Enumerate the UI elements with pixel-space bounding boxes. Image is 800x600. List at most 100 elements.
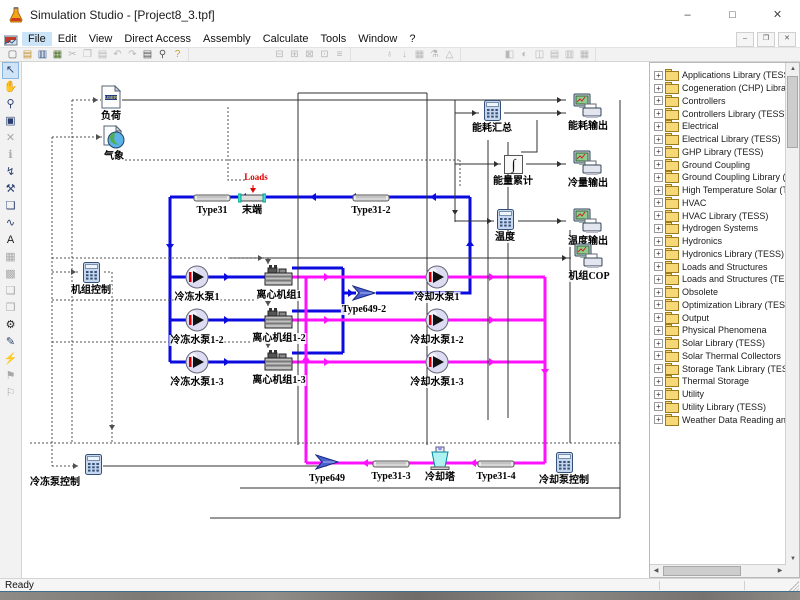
delete-icon[interactable]: ✕ <box>2 130 19 147</box>
scroll-up-icon[interactable]: ▲ <box>787 63 799 75</box>
tree-item-ground-coupling[interactable]: +Ground Coupling <box>651 158 785 171</box>
mdi-close-button[interactable]: ✕ <box>778 32 796 47</box>
component-printer-6[interactable] <box>573 93 603 124</box>
component-file-user-0[interactable]: USER <box>101 85 121 114</box>
control-link[interactable] <box>228 107 247 180</box>
expand-icon[interactable]: + <box>654 84 663 93</box>
minimize-button[interactable]: – <box>665 0 710 30</box>
resize-grip[interactable] <box>789 581 799 591</box>
tree-item-utility[interactable]: +Utility <box>651 388 785 401</box>
tree-item-loads-and-structures-tess[interactable]: +Loads and Structures (TESS) <box>651 273 785 286</box>
grid-small-icon[interactable]: ▦ <box>2 249 19 266</box>
tree-item-hydrogen-systems[interactable]: +Hydrogen Systems <box>651 222 785 235</box>
close-button[interactable]: ✕ <box>755 0 800 30</box>
expand-icon[interactable]: + <box>654 71 663 80</box>
menu-item-view[interactable]: View <box>83 32 119 46</box>
expand-icon[interactable]: + <box>654 147 663 156</box>
expand-icon[interactable]: + <box>654 160 663 169</box>
expand-icon[interactable]: + <box>654 313 663 322</box>
menu-item-file[interactable]: File <box>22 32 52 46</box>
tree-item-ground-coupling-library-tess[interactable]: +Ground Coupling Library (TESS) <box>651 171 785 184</box>
direct-access-icon[interactable]: ↯ <box>2 164 19 181</box>
menu-item-edit[interactable]: Edit <box>52 32 83 46</box>
component-tower-26[interactable] <box>428 446 452 475</box>
open-icon[interactable]: ▤ <box>20 48 35 61</box>
expand-icon[interactable]: + <box>654 249 663 258</box>
expand-icon[interactable]: + <box>654 377 663 386</box>
tree-item-applications-library-tess[interactable]: +Applications Library (TESS) <box>651 69 785 82</box>
pipe-link[interactable] <box>521 120 537 152</box>
flag-on-icon[interactable]: ⚑ <box>2 368 19 385</box>
image-icon[interactable]: ▣ <box>2 113 19 130</box>
wrench-icon[interactable]: ⚒ <box>2 181 19 198</box>
diagram-canvas[interactable]: USER负荷气象Type31末端Type31-2能耗汇总能耗输出∫能量累计冷量输… <box>22 62 643 578</box>
tree-item-obsolete[interactable]: +Obsolete <box>651 286 785 299</box>
expand-icon[interactable]: + <box>654 351 663 360</box>
flag-off-icon[interactable]: ⚐ <box>2 385 19 402</box>
tree-item-utility-library-tess[interactable]: +Utility Library (TESS) <box>651 401 785 414</box>
expand-icon[interactable]: + <box>654 173 663 182</box>
tree-item-physical-phenomena[interactable]: +Physical Phenomena <box>651 324 785 337</box>
tree-item-ghp-library-tess[interactable]: +GHP Library (TESS) <box>651 146 785 159</box>
tree-item-optimization-library-tess[interactable]: +Optimization Library (TESS) <box>651 299 785 312</box>
tree-item-hydronics[interactable]: +Hydronics <box>651 235 785 248</box>
expand-icon[interactable]: + <box>654 339 663 348</box>
expand-icon[interactable]: + <box>654 237 663 246</box>
mdi-restore-button[interactable]: ❐ <box>757 32 775 47</box>
tree-item-controllers-library-tess[interactable]: +Controllers Library (TESS) <box>651 107 785 120</box>
expand-icon[interactable]: + <box>654 415 663 424</box>
expand-icon[interactable]: + <box>654 300 663 309</box>
menu-item-window[interactable]: Window <box>352 32 403 46</box>
tree-item-loads-and-structures[interactable]: +Loads and Structures <box>651 260 785 273</box>
run-icon[interactable]: ⚡ <box>2 351 19 368</box>
tree-item-output[interactable]: +Output <box>651 311 785 324</box>
expand-icon[interactable]: + <box>654 326 663 335</box>
zoom-magnifier-icon[interactable]: ⚲ <box>2 96 19 113</box>
tree-item-controllers[interactable]: +Controllers <box>651 95 785 108</box>
pen-icon[interactable]: ✎ <box>2 334 19 351</box>
component-calculator-23[interactable] <box>85 454 102 480</box>
component-1-2-17[interactable] <box>184 307 210 338</box>
expand-icon[interactable]: + <box>654 96 663 105</box>
component-cop-11[interactable] <box>574 243 604 274</box>
expand-icon[interactable]: + <box>654 275 663 284</box>
tree-horizontal-scrollbar[interactable]: ◀ ▶ <box>650 564 786 577</box>
tree-item-solar-library-tess[interactable]: +Solar Library (TESS) <box>651 337 785 350</box>
expand-icon[interactable]: + <box>654 122 663 131</box>
component-1-14[interactable] <box>264 264 294 293</box>
expand-icon[interactable]: + <box>654 390 663 399</box>
scroll-right-icon[interactable]: ▶ <box>774 565 786 577</box>
component-1-3-21[interactable] <box>264 349 294 378</box>
control-link[interactable] <box>52 342 268 349</box>
help-icon[interactable]: ? <box>170 48 185 61</box>
component-printer-10[interactable] <box>573 208 603 239</box>
tree-item-electrical[interactable]: +Electrical <box>651 120 785 133</box>
tree-item-hvac[interactable]: +HVAC <box>651 197 785 210</box>
control-link[interactable] <box>52 300 268 307</box>
print-icon[interactable]: ▤ <box>140 48 155 61</box>
text-icon[interactable]: A <box>2 232 19 249</box>
expand-icon[interactable]: + <box>654 262 663 271</box>
component-1-2-19[interactable] <box>424 307 450 338</box>
horizontal-scroll-thumb[interactable] <box>663 566 741 576</box>
layer-front-icon[interactable]: ❑ <box>2 283 19 300</box>
print-preview-icon[interactable]: ⚲ <box>155 48 170 61</box>
grid-large-icon[interactable]: ▩ <box>2 266 19 283</box>
tree-item-hydronics-library-tess[interactable]: +Hydronics Library (TESS) <box>651 248 785 261</box>
tree-vertical-scrollbar[interactable]: ▲ ▼ <box>785 63 799 565</box>
mdi-minimize-button[interactable]: – <box>736 32 754 47</box>
menu-item-tools[interactable]: Tools <box>315 32 353 46</box>
tree-item-thermal-storage[interactable]: +Thermal Storage <box>651 375 785 388</box>
vertical-scroll-thumb[interactable] <box>787 76 798 148</box>
menu-item-help[interactable]: ? <box>403 32 421 46</box>
expand-icon[interactable]: + <box>654 288 663 297</box>
control-link[interactable] <box>104 272 112 443</box>
info-icon[interactable]: ℹ <box>2 147 19 164</box>
expand-icon[interactable]: + <box>654 186 663 195</box>
expand-icon[interactable]: + <box>654 198 663 207</box>
component-1-3-20[interactable] <box>184 349 210 380</box>
tree-item-electrical-library-tess[interactable]: +Electrical Library (TESS) <box>651 133 785 146</box>
expand-icon[interactable]: + <box>654 109 663 118</box>
component-1-13[interactable] <box>184 264 210 295</box>
new-icon[interactable]: ▢ <box>5 48 20 61</box>
